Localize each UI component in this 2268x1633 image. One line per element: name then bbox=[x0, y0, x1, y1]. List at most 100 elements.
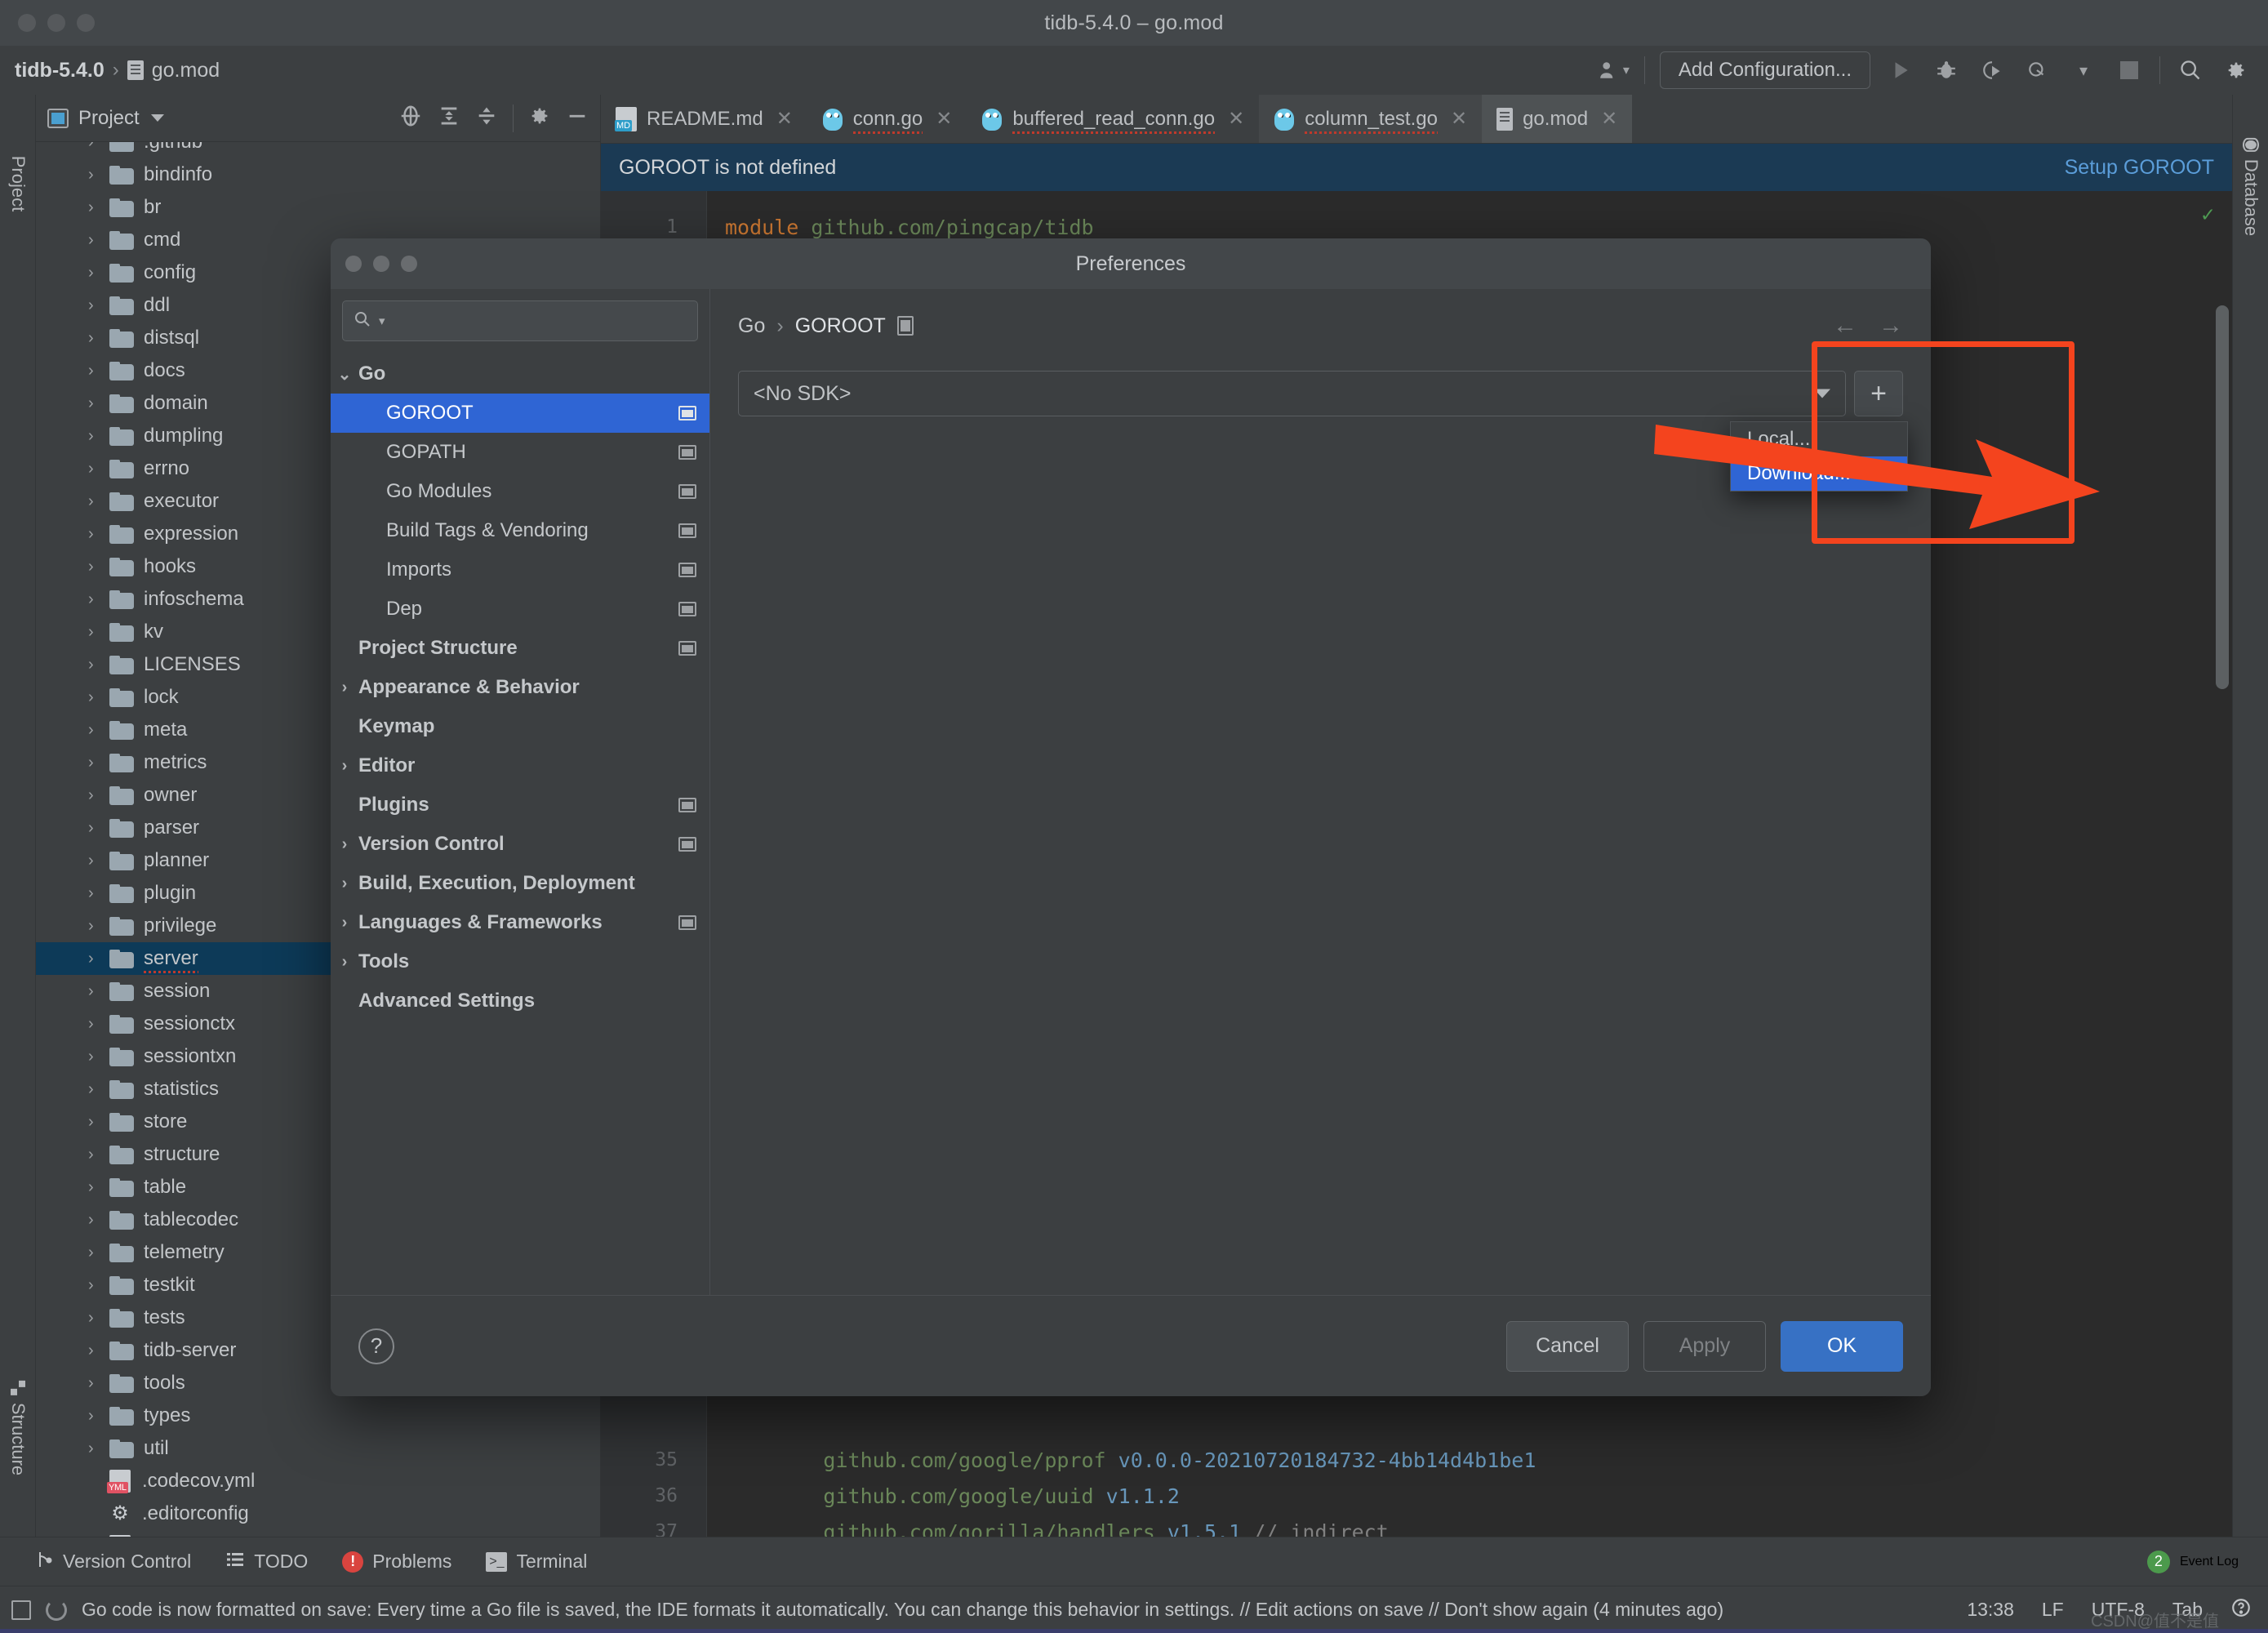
expand-arrow-icon[interactable]: › bbox=[88, 526, 109, 542]
stop-icon[interactable] bbox=[2114, 55, 2145, 86]
expand-arrow-icon[interactable]: › bbox=[88, 1146, 109, 1163]
sdk-menu-item-local[interactable]: Local... bbox=[1731, 422, 1907, 456]
expand-arrow-icon[interactable]: › bbox=[88, 1440, 109, 1457]
settings-item-project-structure[interactable]: Project Structure bbox=[331, 629, 709, 668]
chevron-down-icon[interactable]: ⌄ bbox=[331, 364, 358, 385]
expand-arrow-icon[interactable]: › bbox=[88, 265, 109, 281]
back-arrow-icon[interactable]: ← bbox=[1833, 312, 1857, 340]
expand-arrow-icon[interactable]: › bbox=[88, 1244, 109, 1261]
expand-arrow-icon[interactable]: › bbox=[88, 918, 109, 934]
settings-item-dep[interactable]: Dep bbox=[331, 590, 709, 629]
expand-arrow-icon[interactable]: › bbox=[88, 1310, 109, 1326]
ok-button[interactable]: OK bbox=[1781, 1320, 1903, 1372]
collapse-all-icon[interactable] bbox=[475, 105, 498, 131]
settings-item-advanced-settings[interactable]: Advanced Settings bbox=[331, 981, 709, 1021]
chevron-right-icon[interactable]: › bbox=[331, 679, 358, 697]
breadcrumb-root[interactable]: Go bbox=[738, 314, 765, 338]
tree-item-types[interactable]: › types bbox=[36, 1399, 600, 1432]
tool-window-todo[interactable]: TODO bbox=[225, 1550, 308, 1574]
close-icon[interactable]: ✕ bbox=[1451, 107, 1467, 131]
expand-arrow-icon[interactable]: › bbox=[88, 983, 109, 999]
tree-item-br[interactable]: › br bbox=[36, 191, 600, 224]
status-help-icon[interactable] bbox=[2230, 1597, 2252, 1623]
tool-window-problems[interactable]: ! Problems bbox=[342, 1551, 451, 1573]
vertical-scrollbar[interactable] bbox=[2216, 305, 2229, 689]
expand-arrow-icon[interactable]: › bbox=[88, 558, 109, 575]
memory-indicator-icon[interactable] bbox=[11, 1600, 31, 1620]
editor-tab-readme-md[interactable]: README.md ✕ bbox=[601, 95, 807, 143]
settings-icon[interactable] bbox=[2221, 55, 2252, 86]
settings-item-build-execution-deployment[interactable]: › Build, Execution, Deployment bbox=[331, 864, 709, 903]
run-icon[interactable] bbox=[1885, 55, 1916, 86]
expand-arrow-icon[interactable]: › bbox=[88, 428, 109, 444]
settings-item-keymap[interactable]: Keymap bbox=[331, 707, 709, 746]
expand-arrow-icon[interactable]: › bbox=[88, 885, 109, 901]
expand-arrow-icon[interactable]: › bbox=[88, 591, 109, 607]
expand-arrow-icon[interactable]: › bbox=[88, 852, 109, 869]
expand-arrow-icon[interactable]: › bbox=[88, 1277, 109, 1293]
chevron-right-icon[interactable]: › bbox=[331, 953, 358, 972]
editor-tab-go-mod[interactable]: go.mod ✕ bbox=[1482, 95, 1633, 143]
expand-arrow-icon[interactable]: › bbox=[88, 722, 109, 738]
settings-item-plugins[interactable]: Plugins bbox=[331, 785, 709, 825]
expand-arrow-icon[interactable]: › bbox=[88, 1212, 109, 1228]
expand-all-icon[interactable] bbox=[438, 105, 460, 131]
settings-item-version-control[interactable]: › Version Control bbox=[331, 825, 709, 864]
line-separator-indicator[interactable]: LF bbox=[2042, 1599, 2064, 1621]
expand-arrow-icon[interactable]: › bbox=[88, 232, 109, 248]
settings-item-go-modules[interactable]: Go Modules bbox=[331, 472, 709, 511]
preferences-search-box[interactable]: ▾ bbox=[342, 300, 698, 341]
expand-arrow-icon[interactable]: › bbox=[88, 167, 109, 183]
expand-arrow-icon[interactable]: › bbox=[88, 1179, 109, 1195]
chevron-down-icon[interactable]: ▾ bbox=[2068, 55, 2099, 86]
hide-icon[interactable] bbox=[566, 105, 589, 131]
run-with-coverage-icon[interactable] bbox=[1977, 55, 2008, 86]
settings-item-languages-frameworks[interactable]: › Languages & Frameworks bbox=[331, 903, 709, 942]
expand-arrow-icon[interactable]: › bbox=[88, 330, 109, 346]
expand-arrow-icon[interactable]: › bbox=[88, 624, 109, 640]
close-icon[interactable]: ✕ bbox=[936, 107, 952, 131]
status-message[interactable]: Go code is now formatted on save: Every … bbox=[82, 1599, 1723, 1621]
cancel-button[interactable]: Cancel bbox=[1506, 1320, 1629, 1372]
close-icon[interactable]: ✕ bbox=[1228, 107, 1244, 131]
expand-arrow-icon[interactable]: › bbox=[88, 787, 109, 803]
settings-item-editor[interactable]: › Editor bbox=[331, 746, 709, 785]
expand-arrow-icon[interactable]: › bbox=[88, 363, 109, 379]
expand-arrow-icon[interactable]: › bbox=[88, 1016, 109, 1032]
chevron-right-icon[interactable]: › bbox=[331, 914, 358, 932]
inspection-status-badge[interactable]: ✓ bbox=[2201, 202, 2214, 227]
breadcrumb[interactable]: tidb-5.4.0 › go.mod bbox=[15, 59, 220, 82]
sidebar-item-project[interactable]: Project bbox=[7, 156, 29, 211]
expand-arrow-icon[interactable]: › bbox=[88, 689, 109, 705]
close-icon[interactable]: ✕ bbox=[776, 107, 793, 131]
tool-window-version-control[interactable]: Version Control bbox=[34, 1549, 191, 1575]
search-everywhere-icon[interactable] bbox=[2175, 55, 2206, 86]
settings-item-build-tags-vendoring[interactable]: Build Tags & Vendoring bbox=[331, 511, 709, 550]
preferences-search-input[interactable] bbox=[391, 310, 687, 331]
settings-item-tools[interactable]: › Tools bbox=[331, 942, 709, 981]
expand-arrow-icon[interactable]: › bbox=[88, 1408, 109, 1424]
event-log-button[interactable]: 2 Event Log bbox=[2146, 1550, 2239, 1573]
chevron-right-icon[interactable]: › bbox=[331, 835, 358, 854]
chevron-right-icon[interactable]: › bbox=[331, 874, 358, 893]
setup-goroot-link[interactable]: Setup GOROOT bbox=[2065, 156, 2214, 180]
user-icon[interactable]: ▾ bbox=[1599, 55, 1630, 86]
chevron-right-icon[interactable]: › bbox=[331, 757, 358, 776]
sidebar-item-structure[interactable]: Structure bbox=[7, 1380, 29, 1475]
expand-arrow-icon[interactable]: › bbox=[88, 297, 109, 314]
chevron-down-icon[interactable] bbox=[1814, 389, 1830, 398]
debug-icon[interactable] bbox=[1931, 55, 1962, 86]
add-sdk-menu[interactable]: Local... Download... bbox=[1730, 421, 1908, 492]
expand-arrow-icon[interactable]: › bbox=[88, 1081, 109, 1097]
settings-item-gopath[interactable]: GOPATH bbox=[331, 433, 709, 472]
add-configuration-button[interactable]: Add Configuration... bbox=[1659, 51, 1870, 89]
expand-arrow-icon[interactable]: › bbox=[88, 754, 109, 771]
tree-item-codecov-yml[interactable]: .codecov.yml bbox=[36, 1465, 600, 1497]
expand-arrow-icon[interactable]: › bbox=[88, 199, 109, 216]
editor-tab-bar[interactable]: README.md ✕ conn.go ✕ buffered_read_conn.go ✕… bbox=[601, 95, 2232, 144]
close-icon[interactable]: ✕ bbox=[1601, 107, 1617, 131]
expand-arrow-icon[interactable]: › bbox=[88, 820, 109, 836]
tree-item-util[interactable]: › util bbox=[36, 1432, 600, 1465]
chevron-down-icon[interactable] bbox=[150, 114, 164, 122]
search-dropdown-icon[interactable]: ▾ bbox=[379, 314, 385, 328]
